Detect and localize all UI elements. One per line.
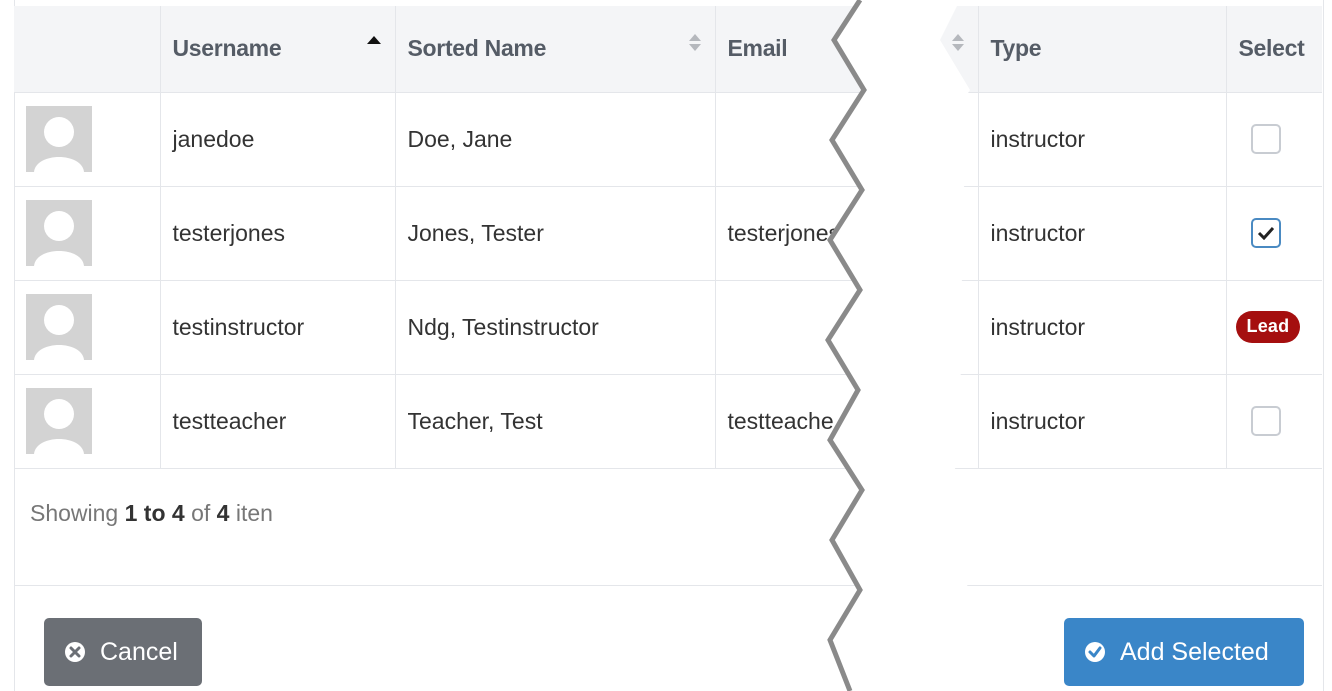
select-checkbox[interactable] <box>1250 124 1281 154</box>
email-cell: testerjones; <box>714 186 978 281</box>
sorted-name-cell: Doe, Jane <box>394 92 715 187</box>
sorted-name-cell: Teacher, Test <box>394 374 715 469</box>
users-table: Username Sorted Name Email Type Select j… <box>14 6 1322 469</box>
column-header-username[interactable]: Username <box>159 6 395 93</box>
sort-ascending-icon <box>366 36 381 44</box>
pagination-prefix: Showing <box>30 500 119 526</box>
user-avatar-placeholder-icon <box>26 388 92 454</box>
check-circle-icon <box>1085 642 1105 662</box>
type-cell: instructor <box>977 186 1226 281</box>
avatar-cell <box>14 186 160 281</box>
select-cell <box>1225 186 1322 281</box>
column-header-label: Username <box>172 35 282 62</box>
add-selected-button[interactable]: Add Selected <box>1064 618 1304 686</box>
email-cell <box>714 280 978 375</box>
add-selected-button-label: Add Selected <box>1120 637 1269 666</box>
table-row[interactable]: janedoe Doe, Jane instructor <box>14 92 1322 187</box>
column-header-label: Select <box>1238 35 1305 62</box>
sort-icon <box>688 34 701 54</box>
type-cell: instructor <box>977 280 1226 375</box>
column-header-label: Email <box>727 35 788 62</box>
sorted-name-cell: Jones, Tester <box>394 186 715 281</box>
user-avatar-placeholder-icon <box>26 106 92 172</box>
column-header-select: Select <box>1225 6 1322 93</box>
checkmark-icon <box>1257 226 1274 240</box>
column-header-avatar <box>14 6 160 93</box>
select-cell <box>1225 92 1322 187</box>
column-header-email[interactable]: Email <box>714 6 978 93</box>
avatar-cell <box>14 280 160 375</box>
username-cell: testteacher <box>159 374 395 469</box>
select-checkbox[interactable] <box>1250 406 1281 436</box>
column-header-sorted-name[interactable]: Sorted Name <box>394 6 715 93</box>
table-row[interactable]: testerjones Jones, Tester testerjones; i… <box>14 186 1322 281</box>
username-cell: janedoe <box>159 92 395 187</box>
column-header-label: Type <box>990 35 1042 62</box>
table-header-row: Username Sorted Name Email Type Select <box>14 6 1322 93</box>
table-row[interactable]: testinstructor Ndg, Testinstructor instr… <box>14 280 1322 375</box>
times-circle-icon <box>65 642 85 662</box>
pagination-total: 4 <box>216 500 230 526</box>
select-cell <box>1225 374 1322 469</box>
cancel-button[interactable]: Cancel <box>44 618 202 686</box>
avatar-cell <box>14 92 160 187</box>
username-cell: testerjones <box>159 186 395 281</box>
username-cell: testinstructor <box>159 280 395 375</box>
select-cell: Lead <box>1225 280 1322 375</box>
user-avatar-placeholder-icon <box>26 200 92 266</box>
email-cell: testteache <box>714 374 978 469</box>
pagination-of: of <box>191 500 211 526</box>
avatar-cell <box>14 374 160 469</box>
email-cell <box>714 92 978 187</box>
pagination-suffix: iten <box>235 500 273 526</box>
select-checkbox[interactable] <box>1250 218 1281 248</box>
table-row[interactable]: testteacher Teacher, Test testteache ins… <box>14 374 1322 469</box>
cancel-button-label: Cancel <box>100 637 178 666</box>
pagination-summary: Showing 1 to 4 of 4 iten <box>30 500 273 527</box>
sort-icon <box>951 34 964 54</box>
user-avatar-placeholder-icon <box>26 294 92 360</box>
lead-badge: Lead <box>1235 311 1301 343</box>
sorted-name-cell: Ndg, Testinstructor <box>394 280 715 375</box>
type-cell: instructor <box>977 92 1226 187</box>
footer-divider <box>14 585 1322 586</box>
pagination-range: 1 to 4 <box>124 500 185 526</box>
column-header-type: Type <box>977 6 1226 93</box>
column-header-label: Sorted Name <box>407 35 547 62</box>
type-cell: instructor <box>977 374 1226 469</box>
